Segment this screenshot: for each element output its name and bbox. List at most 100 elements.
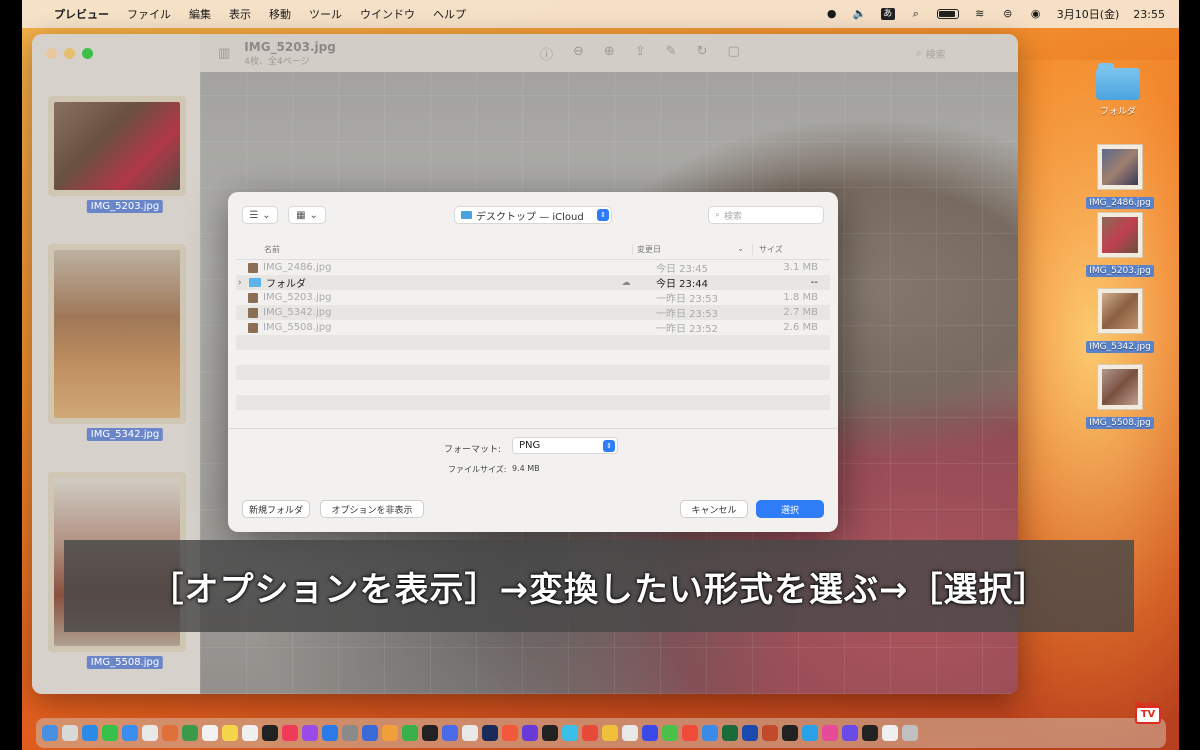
powerpoint-icon[interactable] — [762, 725, 778, 741]
zoom-in-icon[interactable]: ⊕ — [604, 44, 615, 63]
photoshop-icon[interactable] — [482, 725, 498, 741]
settings-icon[interactable] — [342, 725, 358, 741]
sidebar-toggle-icon[interactable]: ▥ — [218, 46, 230, 61]
menu-date[interactable]: 3月10日(金) — [1057, 6, 1120, 22]
preview-app-icon[interactable] — [562, 725, 578, 741]
desktop-folder[interactable]: フォルダ — [1088, 63, 1148, 117]
zoom-button[interactable] — [82, 48, 93, 59]
menu-window[interactable]: ウインドウ — [360, 6, 415, 22]
menu-time[interactable]: 23:55 — [1133, 8, 1165, 21]
wifi-icon[interactable]: ≋ — [973, 8, 987, 20]
format-select[interactable]: PNG ⇕ — [512, 437, 618, 454]
textedit-icon[interactable] — [462, 725, 478, 741]
desktop-file-5203[interactable]: IMG_5203.jpg — [1080, 212, 1160, 277]
podcasts-icon[interactable] — [302, 725, 318, 741]
hide-options-button[interactable]: オプションを非表示 — [320, 500, 424, 518]
sidebar-thumb-5203[interactable] — [48, 96, 186, 196]
rotate-icon[interactable]: ↻ — [697, 44, 708, 63]
finalcut-icon[interactable] — [542, 725, 558, 741]
folder-row[interactable]: › フォルダ ☁ 今日 23:44 -- — [236, 275, 830, 290]
xit-icon[interactable] — [782, 725, 798, 741]
input-mode-icon[interactable]: あ — [880, 8, 895, 20]
facetime-icon[interactable] — [182, 725, 198, 741]
calendar-icon[interactable] — [142, 725, 158, 741]
new-folder-button[interactable]: 新規フォルダ — [242, 500, 310, 518]
contacts-icon[interactable] — [202, 725, 218, 741]
info-icon[interactable]: ⓘ — [540, 44, 553, 63]
desktop-file-5508[interactable]: IMG_5508.jpg — [1080, 364, 1160, 429]
markup-icon[interactable]: ✎ — [666, 44, 677, 63]
column-date[interactable]: 変更日 ⌄ — [632, 244, 752, 255]
grid-view-toggle[interactable]: ▦ ⌄ — [288, 206, 326, 224]
excel-icon[interactable] — [722, 725, 738, 741]
music-icon[interactable] — [282, 725, 298, 741]
volume-icon[interactable]: 🔈 — [853, 8, 867, 20]
record-icon[interactable]: ● — [825, 8, 839, 20]
xcode-icon[interactable] — [442, 725, 458, 741]
downloads-stack-icon[interactable] — [882, 725, 898, 741]
finder-icon[interactable] — [42, 725, 58, 741]
share-icon[interactable]: ⇪ — [635, 44, 646, 63]
menu-tools[interactable]: ツール — [309, 6, 342, 22]
photos-icon[interactable] — [162, 725, 178, 741]
chrome-icon[interactable] — [582, 725, 598, 741]
sidebar-thumb-5342[interactable] — [48, 244, 186, 424]
mail-icon[interactable] — [122, 725, 138, 741]
list-view-toggle[interactable]: ☰ ⌄ — [242, 206, 278, 224]
search-icon[interactable]: ⌕ — [909, 8, 923, 20]
control-center-icon[interactable]: ⊜ — [1001, 8, 1015, 20]
highlight-icon[interactable]: ▢ — [728, 44, 740, 63]
icloud-download-icon[interactable]: ☁ — [616, 278, 636, 288]
battery-icon[interactable] — [936, 9, 959, 19]
tv-app-icon[interactable] — [262, 725, 278, 741]
minimize-button[interactable] — [64, 48, 75, 59]
numbers-icon[interactable] — [402, 725, 418, 741]
launchpad-icon[interactable] — [62, 725, 78, 741]
illustrator-icon[interactable] — [502, 725, 518, 741]
keynote-icon[interactable] — [362, 725, 378, 741]
reminders-icon[interactable] — [242, 725, 258, 741]
file-row[interactable]: IMG_2486.jpg 今日 23:45 3.1 MB — [236, 260, 830, 275]
discord-icon[interactable] — [842, 725, 858, 741]
dialog-search-input[interactable]: ⌕ 検索 — [708, 206, 824, 224]
youtube-icon[interactable] — [682, 725, 698, 741]
terminal-icon[interactable] — [422, 725, 438, 741]
notes-icon[interactable] — [222, 725, 238, 741]
menu-app-preview[interactable]: プレビュー — [54, 6, 109, 22]
line-icon[interactable] — [662, 725, 678, 741]
instagram-icon[interactable] — [822, 725, 838, 741]
desktop-file-5342[interactable]: IMG_5342.jpg — [1080, 288, 1160, 353]
menu-edit[interactable]: 編集 — [189, 6, 211, 22]
location-popup[interactable]: デスクトップ — iCloud ⇕ — [454, 206, 612, 224]
notion-icon[interactable] — [862, 725, 878, 741]
cancel-button[interactable]: キャンセル — [680, 500, 748, 518]
safari-icon[interactable] — [82, 725, 98, 741]
siri-icon[interactable]: ◉ — [1029, 8, 1043, 20]
premiere-icon[interactable] — [522, 725, 538, 741]
column-name[interactable]: 名前 — [236, 244, 632, 255]
zoom-out-icon[interactable]: ⊖ — [573, 44, 584, 63]
toolbar-search[interactable]: ⌕ 検索 — [916, 43, 996, 63]
file-row[interactable]: IMG_5203.jpg 一昨日 23:53 1.8 MB — [236, 290, 830, 305]
select-button[interactable]: 選択 — [756, 500, 824, 518]
column-size[interactable]: サイズ — [752, 244, 830, 255]
telegram-icon[interactable] — [802, 725, 818, 741]
menu-file[interactable]: ファイル — [127, 6, 171, 22]
trash-icon[interactable] — [902, 725, 918, 741]
zoom-app-icon[interactable] — [642, 725, 658, 741]
firefox-icon[interactable] — [602, 725, 618, 741]
twitter-icon[interactable] — [702, 725, 718, 741]
menu-help[interactable]: ヘルプ — [433, 6, 466, 22]
maps-icon[interactable] — [622, 725, 638, 741]
file-row[interactable]: IMG_5508.jpg 一昨日 23:52 2.6 MB — [236, 320, 830, 335]
pages-icon[interactable] — [382, 725, 398, 741]
close-button[interactable] — [46, 48, 57, 59]
app-store-icon[interactable] — [322, 725, 338, 741]
menu-go[interactable]: 移動 — [269, 6, 291, 22]
word-icon[interactable] — [742, 725, 758, 741]
desktop-file-2486[interactable]: IMG_2486.jpg — [1080, 144, 1160, 209]
disclosure-triangle-icon[interactable]: › — [238, 278, 244, 288]
messages-icon[interactable] — [102, 725, 118, 741]
file-row[interactable]: IMG_5342.jpg 一昨日 23:53 2.7 MB — [236, 305, 830, 320]
menu-view[interactable]: 表示 — [229, 6, 251, 22]
